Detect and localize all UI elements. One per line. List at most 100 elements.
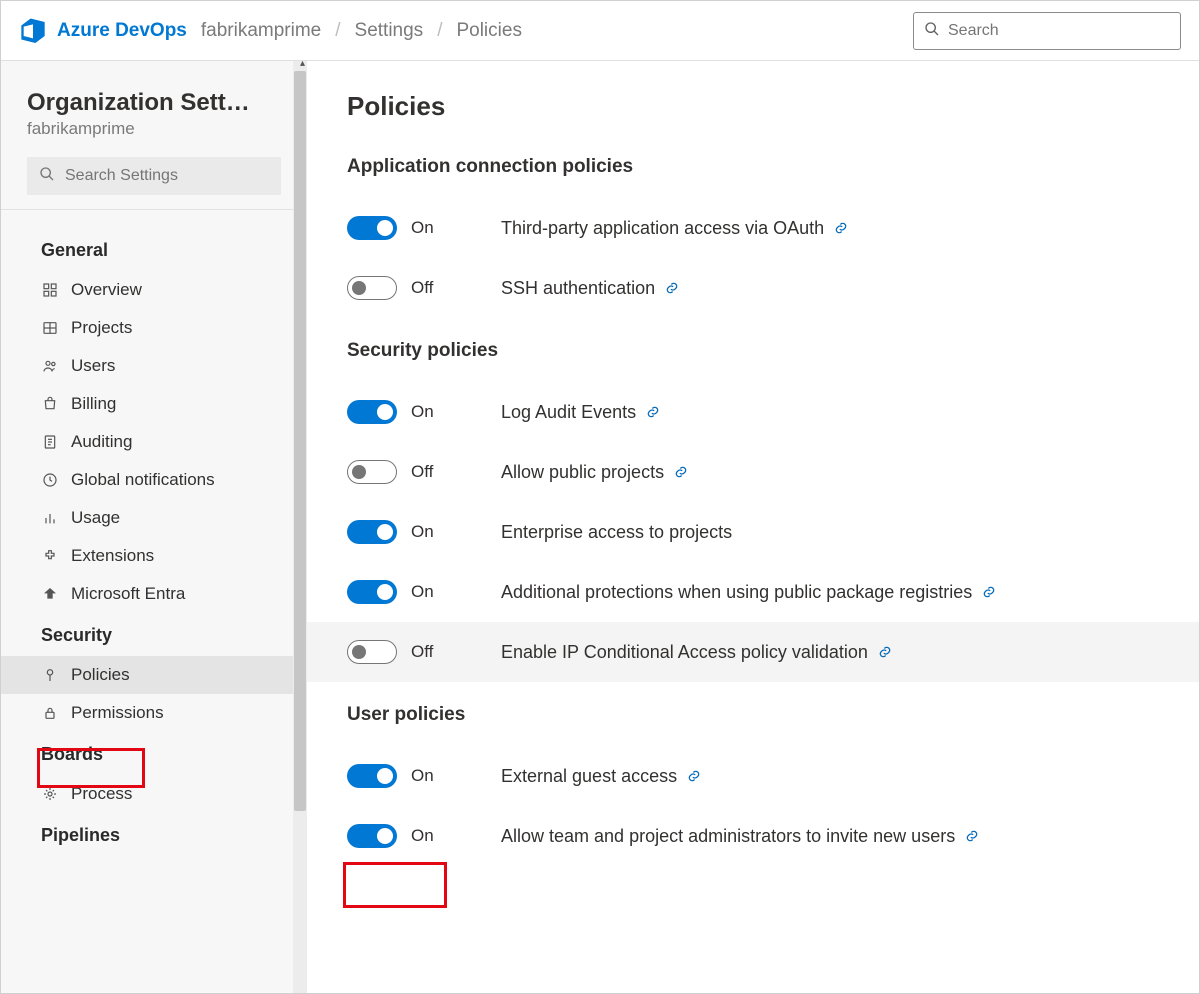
link-icon[interactable] [982, 585, 996, 599]
sidebar-item-label: Projects [71, 318, 132, 338]
sidebar-item-global-notifications[interactable]: Global notifications [1, 461, 307, 499]
policy-label: External guest access [501, 766, 701, 787]
policy-label: Third-party application access via OAuth [501, 218, 848, 239]
sidebar-search-input[interactable] [65, 167, 272, 185]
sidebar-item-label: Users [71, 356, 115, 376]
toggle-wrap: Off [347, 276, 501, 300]
link-icon[interactable] [674, 465, 688, 479]
section-title: User policies [347, 704, 1159, 726]
sidebar-item-users[interactable]: Users [1, 347, 307, 385]
toggle-knob [352, 465, 366, 479]
policy-toggle[interactable] [347, 400, 397, 424]
link-icon[interactable] [646, 405, 660, 419]
link-icon[interactable] [687, 769, 701, 783]
sidebar-scroll-thumb[interactable] [294, 71, 306, 811]
brand-block[interactable]: Azure DevOps [19, 15, 187, 46]
sidebar-item-process[interactable]: Process [1, 775, 307, 813]
toggle-wrap: On [347, 400, 501, 424]
sidebar-group-label: Boards [1, 732, 307, 775]
sidebar-item-permissions[interactable]: Permissions [1, 694, 307, 732]
policy-label: Allow team and project administrators to… [501, 826, 979, 847]
policy-row: On Third-party application access via OAu… [347, 198, 1159, 258]
sidebar: ▴ Organization Settin... fabrikamprime G… [1, 61, 307, 993]
policy-toggle[interactable] [347, 580, 397, 604]
policy-toggle[interactable] [347, 824, 397, 848]
breadcrumb-policies[interactable]: Policies [456, 20, 521, 42]
toggle-knob [377, 220, 393, 236]
link-icon[interactable] [834, 221, 848, 235]
toggle-state-label: On [411, 218, 434, 238]
policy-label: Enterprise access to projects [501, 522, 732, 543]
toggle-knob [377, 404, 393, 420]
top-header: Azure DevOps fabrikamprime / Settings / … [1, 1, 1199, 61]
policy-row: On Allow team and project administrators … [347, 806, 1159, 866]
breadcrumb-settings[interactable]: Settings [355, 20, 424, 42]
toggle-wrap: Off [347, 640, 501, 664]
toggle-wrap: On [347, 216, 501, 240]
sidebar-item-label: Policies [71, 665, 130, 685]
usage-icon [41, 509, 59, 527]
toggle-state-label: Off [411, 642, 433, 662]
search-icon [924, 21, 940, 40]
sidebar-item-projects[interactable]: Projects [1, 309, 307, 347]
brand-name: Azure DevOps [57, 20, 187, 42]
link-icon[interactable] [878, 645, 892, 659]
sidebar-item-microsoft-entra[interactable]: Microsoft Entra [1, 575, 307, 613]
policy-label-text: SSH authentication [501, 278, 655, 299]
sidebar-item-extensions[interactable]: Extensions [1, 537, 307, 575]
sidebar-item-auditing[interactable]: Auditing [1, 423, 307, 461]
policy-toggle[interactable] [347, 216, 397, 240]
policy-row: OffSSH authentication [347, 258, 1159, 318]
extensions-icon [41, 547, 59, 565]
policy-label-text: External guest access [501, 766, 677, 787]
scroll-up-icon: ▴ [300, 61, 305, 69]
policy-label-text: Enterprise access to projects [501, 522, 732, 543]
toggle-state-label: On [411, 766, 434, 786]
sidebar-item-label: Microsoft Entra [71, 584, 185, 604]
sidebar-item-label: Permissions [71, 703, 164, 723]
link-icon[interactable] [665, 281, 679, 295]
sidebar-subtitle: fabrikamprime [1, 117, 307, 157]
policy-row: OnEnterprise access to projects [347, 502, 1159, 562]
policy-toggle[interactable] [347, 460, 397, 484]
toggle-wrap: On [347, 580, 501, 604]
section-title: Security policies [347, 340, 1159, 362]
entra-icon [41, 585, 59, 603]
process-icon [41, 785, 59, 803]
toggle-state-label: On [411, 582, 434, 602]
sidebar-scrollbar[interactable]: ▴ [293, 61, 307, 993]
sidebar-item-label: Overview [71, 280, 142, 300]
toggle-knob [377, 828, 393, 844]
policy-row: On Additional protections when using publ… [347, 562, 1159, 622]
sidebar-item-usage[interactable]: Usage [1, 499, 307, 537]
policy-row: Off Allow public projects [347, 442, 1159, 502]
toggle-wrap: Off [347, 460, 501, 484]
sidebar-item-overview[interactable]: Overview [1, 271, 307, 309]
policy-label-text: Third-party application access via OAuth [501, 218, 824, 239]
breadcrumb-org[interactable]: fabrikamprime [201, 20, 321, 42]
sidebar-item-billing[interactable]: Billing [1, 385, 307, 423]
highlight-external-guest-toggle [343, 862, 447, 908]
sidebar-search[interactable] [27, 157, 281, 195]
projects-icon [41, 319, 59, 337]
toggle-state-label: Off [411, 462, 433, 482]
toggle-state-label: On [411, 826, 434, 846]
toggle-wrap: On [347, 824, 501, 848]
policy-toggle[interactable] [347, 276, 397, 300]
policy-toggle[interactable] [347, 764, 397, 788]
policy-row: On External guest access [347, 746, 1159, 806]
policy-label: Allow public projects [501, 462, 688, 483]
notifications-icon [41, 471, 59, 489]
policy-toggle[interactable] [347, 640, 397, 664]
policy-label-text: Additional protections when using public… [501, 582, 972, 603]
global-search[interactable] [913, 12, 1181, 50]
policy-label: SSH authentication [501, 278, 679, 299]
global-search-input[interactable] [948, 22, 1170, 40]
sidebar-divider [1, 209, 307, 210]
policy-toggle[interactable] [347, 520, 397, 544]
search-icon [39, 166, 55, 187]
sidebar-item-label: Global notifications [71, 470, 215, 490]
sidebar-item-policies[interactable]: Policies [1, 656, 307, 694]
sidebar-item-label: Billing [71, 394, 116, 414]
link-icon[interactable] [965, 829, 979, 843]
